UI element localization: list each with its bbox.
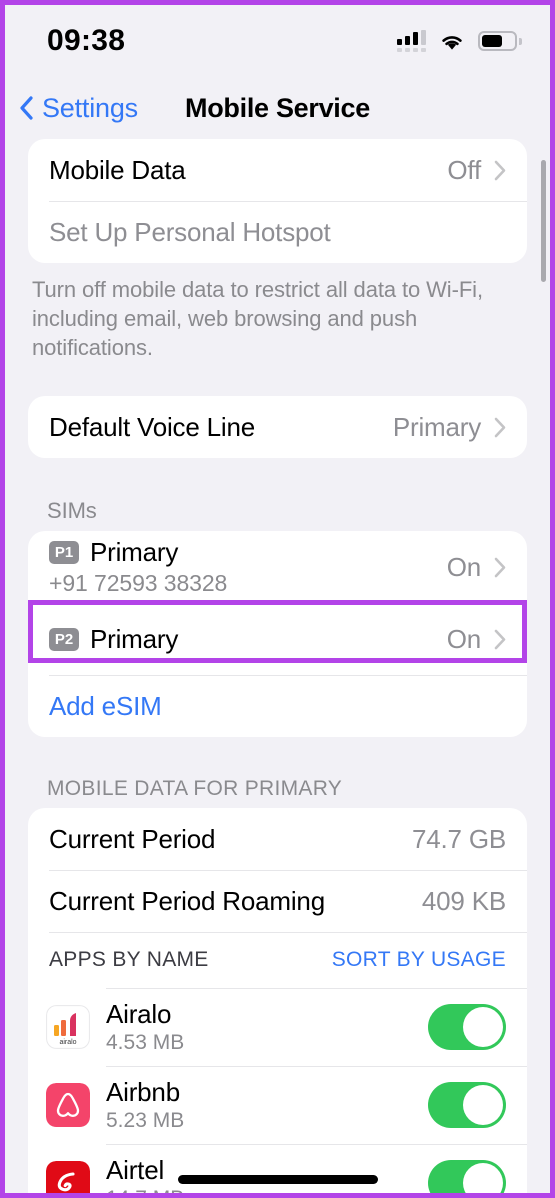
app-data-toggle-airalo[interactable] bbox=[428, 1004, 506, 1050]
apps-sort-header: APPS BY NAME SORT BY USAGE bbox=[28, 932, 527, 988]
airalo-app-icon: airalo bbox=[46, 1005, 90, 1049]
default-voice-line-card: Default Voice Line Primary bbox=[28, 396, 527, 458]
status-bar-icons bbox=[397, 30, 522, 52]
row-current-period: Current Period 74.7 GB bbox=[28, 808, 527, 870]
mobile-data-card: Mobile Data Off Set Up Personal Hotspot bbox=[28, 139, 527, 263]
sim-phone-number: +91 72593 38328 bbox=[49, 570, 228, 596]
wifi-icon bbox=[442, 35, 462, 50]
row-value: 74.7 GB bbox=[412, 823, 506, 854]
app-usage: 5.23 MB bbox=[106, 1108, 185, 1132]
row-label: Primary bbox=[90, 623, 179, 654]
sims-card: P1 Primary +91 72593 38328 On P2 Primary bbox=[28, 531, 527, 737]
row-value: 409 KB bbox=[421, 885, 506, 916]
row-label: Current Period Roaming bbox=[49, 885, 325, 916]
chevron-right-icon bbox=[494, 417, 506, 437]
chevron-right-icon bbox=[494, 557, 506, 577]
row-set-up-personal-hotspot[interactable]: Set Up Personal Hotspot bbox=[28, 201, 527, 263]
home-indicator bbox=[177, 1175, 378, 1184]
row-label: Primary bbox=[90, 537, 179, 567]
app-usage: 14.7 MB bbox=[106, 1186, 184, 1194]
status-bar-clock: 09:38 bbox=[47, 24, 126, 57]
navigation-bar: Settings Mobile Service bbox=[5, 77, 550, 139]
usage-section-header: MOBILE DATA FOR PRIMARY bbox=[47, 777, 343, 800]
chevron-left-icon bbox=[20, 96, 33, 120]
app-usage: 4.53 MB bbox=[106, 1030, 185, 1054]
row-sim-primary-p1[interactable]: P1 Primary +91 72593 38328 On bbox=[28, 531, 527, 603]
back-button[interactable]: Settings bbox=[5, 93, 138, 124]
battery-icon bbox=[478, 31, 522, 51]
app-name: Airbnb bbox=[106, 1076, 180, 1107]
app-name: Airtel bbox=[106, 1154, 165, 1185]
airtel-app-icon: airtel bbox=[46, 1161, 90, 1193]
row-label: Mobile Data bbox=[49, 154, 186, 185]
row-label: Current Period bbox=[49, 823, 216, 854]
row-current-period-roaming: Current Period Roaming 409 KB bbox=[28, 870, 527, 932]
sim-badge-p1: P1 bbox=[49, 541, 79, 564]
row-default-voice-line[interactable]: Default Voice Line Primary bbox=[28, 396, 527, 458]
back-button-label: Settings bbox=[42, 92, 138, 123]
usage-card: Current Period 74.7 GB Current Period Ro… bbox=[28, 808, 527, 1193]
mobile-data-footnote: Turn off mobile data to restrict all dat… bbox=[32, 277, 483, 360]
row-label: Default Voice Line bbox=[49, 411, 255, 442]
vertical-scrollbar[interactable] bbox=[541, 160, 546, 282]
app-row-airtel[interactable]: airtel Airtel 14.7 MB bbox=[28, 1144, 527, 1193]
status-bar: 09:38 bbox=[5, 5, 550, 77]
row-add-esim[interactable]: Add eSIM bbox=[28, 675, 527, 737]
airbnb-app-icon bbox=[46, 1083, 90, 1127]
chevron-right-icon bbox=[494, 160, 506, 180]
svg-text:airalo: airalo bbox=[59, 1039, 76, 1046]
app-row-airbnb[interactable]: Airbnb 5.23 MB bbox=[28, 1066, 527, 1144]
sim-badge-p2: P2 bbox=[49, 627, 79, 651]
row-mobile-data[interactable]: Mobile Data Off bbox=[28, 139, 527, 201]
settings-scroll-view[interactable]: Mobile Data Off Set Up Personal Hotspot … bbox=[5, 139, 550, 1193]
row-sim-primary-p2[interactable]: P2 Primary On bbox=[28, 603, 527, 675]
svg-text:airtel: airtel bbox=[58, 1192, 77, 1193]
sims-section-header: SIMs bbox=[47, 498, 97, 523]
cellular-signal-icon bbox=[397, 30, 426, 52]
apps-by-name-label: APPS BY NAME bbox=[49, 948, 209, 971]
phone-screen: 09:38 Settings Mobile Service Mobile Dat… bbox=[0, 0, 555, 1198]
app-data-toggle-airbnb[interactable] bbox=[428, 1082, 506, 1128]
sort-by-usage-button[interactable]: SORT BY USAGE bbox=[332, 948, 506, 972]
add-esim-label: Add eSIM bbox=[49, 690, 162, 721]
row-value: Primary bbox=[392, 411, 481, 442]
app-data-toggle-airtel[interactable] bbox=[428, 1160, 506, 1193]
row-label: Set Up Personal Hotspot bbox=[49, 216, 331, 247]
chevron-right-icon bbox=[494, 629, 506, 649]
row-value: On bbox=[446, 623, 481, 654]
row-value: Off bbox=[447, 154, 481, 185]
app-row-airalo[interactable]: airalo Airalo 4.53 MB bbox=[28, 988, 527, 1066]
app-name: Airalo bbox=[106, 998, 172, 1029]
row-value: On bbox=[446, 551, 481, 582]
